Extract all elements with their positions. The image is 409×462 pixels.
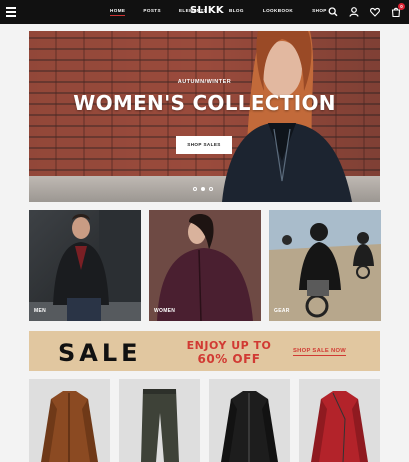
category-gear-image — [269, 210, 381, 321]
nav-item-blog[interactable]: BLOG — [229, 8, 244, 13]
user-icon[interactable] — [349, 5, 359, 17]
slider-dots — [193, 187, 213, 191]
category-men[interactable]: MEN — [29, 210, 141, 321]
slider-dot-3[interactable] — [209, 187, 213, 191]
menu-icon[interactable] — [6, 7, 16, 17]
sale-subline-2: 60% OFF — [197, 352, 261, 366]
category-women-image — [149, 210, 261, 321]
sale-subline-1: ENJOY UP TO — [186, 339, 272, 352]
heart-icon[interactable] — [370, 5, 380, 17]
sale-heading: SALE — [58, 339, 142, 367]
nav-item-posts[interactable]: POSTS — [143, 8, 161, 13]
product-card[interactable] — [119, 379, 200, 462]
slider-dot-2[interactable] — [201, 187, 205, 191]
hero-supertitle: AUTUMN/WINTER — [177, 79, 232, 85]
cart-count-badge: 0 — [398, 3, 405, 10]
nav-item-lookbook[interactable]: LOOKBOOK — [263, 8, 293, 13]
slider-dot-1[interactable] — [193, 187, 197, 191]
product-card[interactable] — [209, 379, 290, 462]
brand-logo[interactable]: SLIKK — [190, 5, 224, 16]
hero-banner: AUTUMN/WINTER WOMEN'S COLLECTION SHOP SA… — [29, 31, 380, 202]
shop-sales-button[interactable]: SHOP SALES — [176, 136, 232, 154]
sale-banner[interactable]: SALE ENJOY UP TO 60% OFF SHOP SALE NOW — [29, 331, 380, 371]
category-men-image — [29, 210, 141, 321]
shop-sale-now-link[interactable]: SHOP SALE NOW — [293, 348, 347, 356]
nav-item-shop[interactable]: SHOP — [312, 8, 327, 13]
product-image-brown-jacket — [41, 391, 98, 462]
product-image-black-jacket — [221, 391, 278, 462]
hero-model-image — [222, 31, 352, 202]
hero-title: WOMEN'S COLLECTION — [73, 91, 336, 115]
header-icons: 0 — [328, 3, 405, 18]
category-label: MEN — [34, 308, 47, 314]
nav-item-home[interactable]: HOME — [110, 8, 126, 16]
category-gear[interactable]: GEAR — [269, 210, 381, 321]
cart-icon[interactable]: 0 — [391, 3, 405, 18]
category-women[interactable]: WOMEN — [149, 210, 261, 321]
category-label: WOMEN — [154, 308, 176, 314]
category-label: GEAR — [274, 308, 290, 314]
search-icon[interactable] — [328, 5, 338, 17]
product-card[interactable] — [299, 379, 380, 462]
top-header: HOME POSTS ELEMENTS SLIKK BLOG LOOKBOOK … — [0, 0, 409, 24]
product-image-olive-trousers — [141, 389, 179, 462]
product-image-red-biker-jacket — [311, 391, 368, 462]
product-card[interactable] — [29, 379, 110, 462]
